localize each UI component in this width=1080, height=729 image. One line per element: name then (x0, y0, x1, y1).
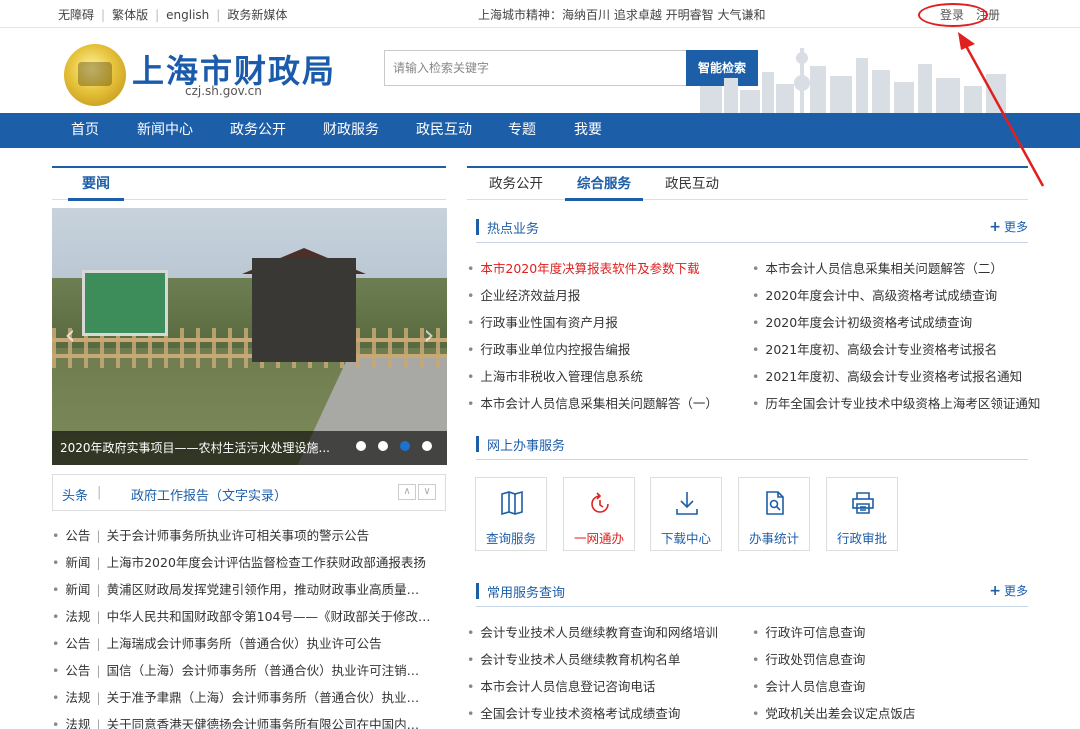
admin-approval-button[interactable]: 行政审批 (826, 477, 898, 551)
list-item[interactable]: • 全国会计专业技术资格考试成绩查询 (467, 700, 718, 727)
nav-government-affairs[interactable]: 政务公开 (230, 113, 286, 148)
list-item[interactable]: • 公告 | 上海瑞成会计师事务所（普通合伙）执业许可公告 (52, 630, 446, 657)
tab-public-interaction[interactable]: 政民互动 (665, 168, 719, 201)
hot-services-list-1: • 本市2020年度决算报表软件及参数下载 • 企业经济效益月报 • 行政事业性国有资… (467, 255, 718, 417)
list-item[interactable]: • 本市会计人员信息采集相关问题解答（一） (467, 390, 718, 417)
hot-services-title: 热点业务 (487, 222, 540, 237)
accessibility-link[interactable]: 无障碍 (58, 8, 94, 22)
login-highlight-circle (918, 3, 988, 27)
tab-headline-news[interactable]: 要闻 (68, 168, 124, 201)
list-item[interactable]: • 2021年度初、高级会计专业资格考试报名通知 (752, 363, 1040, 390)
chevron-down-icon[interactable]: ∨ (418, 484, 436, 500)
subtab-work-report[interactable]: 政府工作报告（文字实录） (131, 485, 287, 504)
hot-services-list-2: • 本市会计人员信息采集相关问题解答（二） • 2020年度会计中、高级资格考试成绩… (752, 255, 1040, 417)
list-item[interactable]: • 公告 | 国信（上海）会计师事务所（普通合伙）执业许可注销… (52, 657, 446, 684)
book-icon (501, 490, 523, 516)
list-item[interactable]: • 新闻 | 上海市2020年度会计评估监督检查工作获财政部通报表扬 (52, 549, 446, 576)
list-item[interactable]: • 本市会计人员信息登记咨询电话 (467, 673, 718, 700)
one-stop-service-button[interactable]: 一网通办 (563, 477, 635, 551)
service-statistics-button[interactable]: 办事统计 (738, 477, 810, 551)
plus-icon: + (989, 219, 1001, 235)
nav-i-want[interactable]: 我要 (574, 113, 602, 148)
separator: | (101, 8, 106, 22)
printer-icon (852, 492, 874, 514)
service-tabbar: 政务公开 综合服务 政民互动 (467, 166, 1028, 201)
query-service-button[interactable]: 查询服务 (475, 477, 547, 551)
separator: | (216, 8, 221, 22)
list-item[interactable]: • 2020年度会计初级资格考试成绩查询 (752, 309, 1040, 336)
site-header: 上海市财政局 czj.sh.gov.cn 请输入检索关键字 智能检索 (0, 28, 1080, 113)
city-skyline-graphic (700, 48, 1006, 113)
document-search-icon (766, 491, 784, 515)
list-item[interactable]: • 法规 | 关于同意香港天健德扬会计师事务所有限公司在中国内… (52, 711, 446, 729)
list-item[interactable]: • 党政机关出差会议定点饭店 (752, 700, 915, 727)
carousel-next-icon[interactable]: › (419, 320, 439, 350)
list-item[interactable]: • 行政事业性国有资产月报 (467, 309, 718, 336)
list-item[interactable]: • 2020年度会计中、高级资格考试成绩查询 (752, 282, 1040, 309)
list-item[interactable]: • 法规 | 中华人民共和国财政部令第104号——《财政部关于修改… (52, 603, 446, 630)
carousel-caption[interactable]: 2020年政府实事项目——农村生活污水处理设施... (60, 439, 330, 456)
treatment-facility-image (252, 258, 356, 362)
nav-home[interactable]: 首页 (71, 113, 99, 148)
list-item[interactable]: • 新闻 | 黄浦区财政局发挥党建引领作用，推动财政事业高质量… (52, 576, 446, 603)
separator: | (155, 8, 160, 22)
list-item[interactable]: • 2021年度初、高级会计专业资格考试报名 (752, 336, 1040, 363)
notice-board-image (82, 270, 168, 336)
carousel-dot[interactable] (356, 441, 366, 451)
top-utility-bar: 无障碍 | 繁体版 | english | 政务新媒体 上海城市精神：海纳百川 追求卓越 开… (0, 0, 1080, 28)
list-item[interactable]: • 行政许可信息查询 (752, 619, 915, 646)
utility-links: 无障碍 | 繁体版 | english | 政务新媒体 (58, 6, 287, 23)
news-carousel[interactable]: ‹ › 2020年政府实事项目——农村生活污水处理设施... (52, 208, 447, 465)
list-item[interactable]: • 行政事业单位内控报告编报 (467, 336, 718, 363)
common-more-link[interactable]: + 更多 (989, 582, 1028, 599)
nav-topics[interactable]: 专题 (508, 113, 536, 148)
plus-icon: + (989, 583, 1001, 599)
headline-news-tabbar: 要闻 (52, 166, 446, 201)
traditional-chinese-link[interactable]: 繁体版 (112, 8, 148, 22)
list-item[interactable]: • 会计专业技术人员继续教育机构名单 (467, 646, 718, 673)
online-services-header: 网上办事服务 (476, 432, 1028, 460)
city-spirit-text: 上海城市精神：海纳百川 追求卓越 开明睿智 大气谦和 (478, 8, 766, 22)
site-domain: czj.sh.gov.cn (185, 84, 262, 98)
list-item[interactable]: • 上海市非税收入管理信息系统 (467, 363, 718, 390)
common-services-header: 常用服务查询 + 更多 (476, 579, 1028, 607)
chevron-up-icon[interactable]: ∧ (398, 484, 416, 500)
download-center-button[interactable]: 下载中心 (650, 477, 722, 551)
carousel-dot[interactable] (378, 441, 388, 451)
separator: | (97, 485, 102, 500)
carousel-dot[interactable] (422, 441, 432, 451)
english-link[interactable]: english (166, 8, 209, 22)
list-item[interactable]: • 企业经济效益月报 (467, 282, 718, 309)
common-services-title: 常用服务查询 (487, 586, 566, 601)
carousel-dot-active[interactable] (400, 441, 410, 451)
list-item[interactable]: • 公告 | 关于会计师事务所执业许可相关事项的警示公告 (52, 522, 446, 549)
common-services-list-2: • 行政许可信息查询 • 行政处罚信息查询 • 会计人员信息查询 • 党政机关出差会议定… (752, 619, 915, 727)
list-item[interactable]: • 会计人员信息查询 (752, 673, 915, 700)
hot-services-header: 热点业务 + 更多 (476, 215, 1028, 243)
emblem-icon[interactable] (64, 44, 126, 106)
carousel-prev-icon[interactable]: ‹ (60, 320, 80, 350)
common-services-list-1: • 会计专业技术人员继续教育查询和网络培训 • 会计专业技术人员继续教育机构名单 •… (467, 619, 718, 727)
search-input[interactable]: 请输入检索关键字 (384, 50, 686, 86)
tab-government-affairs[interactable]: 政务公开 (489, 168, 543, 201)
nav-news-center[interactable]: 新闻中心 (137, 113, 193, 148)
nav-public-interaction[interactable]: 政民互动 (416, 113, 472, 148)
list-item[interactable]: • 历年全国会计专业技术中级资格上海考区领证通知 (752, 390, 1040, 417)
tab-integrated-services[interactable]: 综合服务 (565, 168, 643, 201)
news-subtabs: 头条 | 政府工作报告（文字实录） ∧ ∨ (52, 474, 446, 511)
hot-more-link[interactable]: + 更多 (989, 218, 1028, 235)
list-item[interactable]: • 法规 | 关于准予聿鼎（上海）会计师事务所（普通合伙）执业… (52, 684, 446, 711)
list-item[interactable]: • 会计专业技术人员继续教育查询和网络培训 (467, 619, 718, 646)
online-services-title: 网上办事服务 (487, 439, 566, 454)
new-media-link[interactable]: 政务新媒体 (227, 8, 287, 22)
news-list: • 公告 | 关于会计师事务所执业许可相关事项的警示公告 • 新闻 | 上海市2020年度会… (52, 522, 446, 729)
subtab-headlines[interactable]: 头条 (62, 485, 88, 504)
list-item[interactable]: • 行政处罚信息查询 (752, 646, 915, 673)
list-item[interactable]: • 本市会计人员信息采集相关问题解答（二） (752, 255, 1040, 282)
main-nav: 首页 新闻中心 政务公开 财政服务 政民互动 专题 我要 (0, 113, 1080, 148)
nav-finance-services[interactable]: 财政服务 (323, 113, 379, 148)
refresh-icon (591, 492, 609, 513)
list-item[interactable]: • 本市2020年度决算报表软件及参数下载 (467, 255, 718, 282)
download-icon (676, 492, 698, 515)
